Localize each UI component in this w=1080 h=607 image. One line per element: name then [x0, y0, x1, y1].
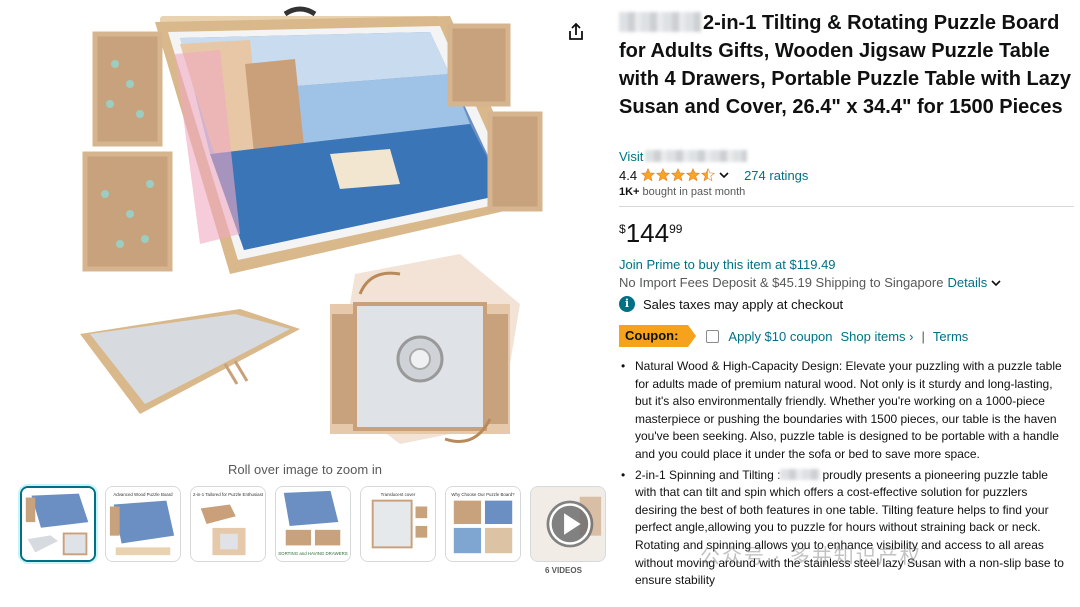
redacted-store-name: [645, 150, 748, 162]
shop-items-link[interactable]: Shop items ›: [841, 329, 914, 344]
videos-caption: 6 VIDEOS: [545, 566, 582, 575]
half-star-icon: [701, 168, 716, 182]
coupon-badge: Coupon:: [619, 325, 697, 347]
store-link-prefix: Visit: [619, 149, 644, 164]
star-icon: [686, 168, 701, 182]
import-fees: No Import Fees Deposit & $45.19 Shipping…: [619, 275, 1002, 290]
tax-notice: i Sales taxes may apply at checkout: [619, 296, 843, 312]
thumbnail-4-label: SORTING and HAVING DRAWERS: [278, 551, 348, 556]
bought-text: bought in past month: [639, 186, 746, 198]
star-icon: [671, 168, 686, 182]
price-whole: 144: [625, 218, 670, 248]
star-icon: [641, 168, 656, 182]
prime-offer-link[interactable]: Join Prime to buy this item at $119.49: [619, 257, 836, 272]
rating-value: 4.4: [619, 167, 638, 183]
redacted-brand: [619, 12, 701, 32]
chevron-down-icon[interactable]: [718, 169, 730, 181]
zoom-hint: Roll over image to zoom in: [228, 462, 382, 477]
feature-bullets: Natural Wood & High-Capacity Design: Ele…: [619, 358, 1071, 593]
separator: |: [921, 328, 925, 344]
share-icon[interactable]: [566, 22, 586, 42]
price: $ 144 99: [619, 218, 682, 248]
thumbnail-6[interactable]: Why Choose Our Puzzle Board?: [445, 486, 521, 562]
price-symbol: $: [619, 222, 626, 236]
tax-text: Sales taxes may apply at checkout: [643, 296, 844, 312]
rating-row: 4.4 274 ratings: [619, 166, 808, 184]
info-icon: i: [619, 296, 635, 312]
bought-in-past-month: 1K+ bought in past month: [619, 186, 745, 198]
chevron-down-icon[interactable]: [990, 277, 1002, 289]
thumbnail-1[interactable]: [20, 486, 96, 562]
thumbnail-4[interactable]: SORTING and HAVING DRAWERS: [275, 486, 351, 562]
import-fees-text: No Import Fees Deposit & $45.19 Shipping…: [619, 275, 944, 290]
bought-count: 1K+: [619, 186, 640, 198]
price-fraction: 99: [669, 222, 683, 236]
bullet-text-post: proudly presents a pioneering puzzle tab…: [635, 467, 1064, 588]
thumbnail-2-label: Advanced Wood Puzzle Board: [113, 492, 173, 497]
coupon-row: Coupon: Apply $10 coupon Shop items › | …: [619, 325, 968, 347]
coupon-checkbox[interactable]: [706, 329, 720, 343]
thumbnail-6-label: Why Choose Our Puzzle Board?: [451, 492, 515, 497]
store-link[interactable]: Visit: [619, 149, 749, 164]
divider: [619, 206, 1074, 207]
redacted-brand: [780, 468, 821, 480]
bullet-text-pre: 2-in-1 Spinning and Tilting :: [635, 467, 781, 482]
video-thumbnail[interactable]: [530, 486, 606, 562]
bullet-item: 2-in-1 Spinning and Tilting :proudly pre…: [619, 467, 1071, 590]
terms-link[interactable]: Terms: [933, 329, 968, 344]
details-link[interactable]: Details: [947, 275, 987, 290]
thumbnail-2[interactable]: Advanced Wood Puzzle Board: [105, 486, 181, 562]
thumbnail-5-label: Translucent cover: [381, 492, 416, 497]
image-gallery: Roll over image to zoom in Advanced Wood…: [0, 0, 610, 607]
thumbnail-3[interactable]: 2-in-1 Tailored for Puzzle Enthusiast: [190, 486, 266, 562]
product-main-image[interactable]: [70, 4, 550, 454]
thumbnail-3-label: 2-in-1 Tailored for Puzzle Enthusiast: [193, 492, 264, 497]
product-title: 2-in-1 Tilting & Rotating Puzzle Board f…: [619, 9, 1074, 121]
star-icon: [656, 168, 671, 182]
bullet-text: Natural Wood & High-Capacity Design: Ele…: [635, 359, 1062, 461]
bullet-item: Natural Wood & High-Capacity Design: Ele…: [619, 358, 1071, 464]
apply-coupon-label[interactable]: Apply $10 coupon: [728, 329, 832, 344]
ratings-count-link[interactable]: 274 ratings: [744, 168, 808, 183]
star-rating[interactable]: [641, 168, 716, 182]
thumbnail-5[interactable]: Translucent cover: [360, 486, 436, 562]
